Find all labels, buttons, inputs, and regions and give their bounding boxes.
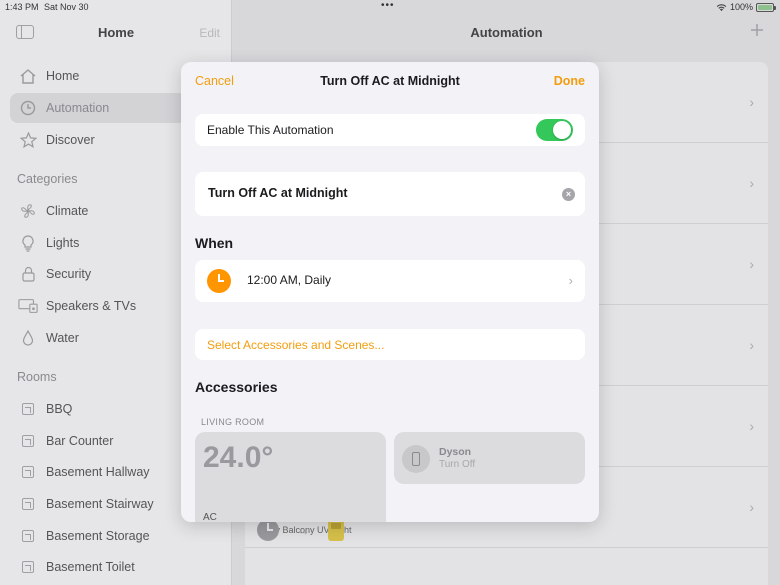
clock-icon — [207, 269, 231, 293]
accessories-header: Accessories — [195, 379, 278, 395]
lock-icon — [18, 265, 38, 283]
sidebar-item-label: Home — [46, 69, 80, 83]
chevron-right-icon: › — [749, 337, 754, 353]
sidebar-item-label: Automation — [46, 101, 110, 115]
automation-editor-sheet: Cancel Turn Off AC at Midnight Done Enab… — [181, 62, 599, 522]
trigger-row[interactable]: 12:00 AM, Daily › — [195, 260, 585, 302]
status-time: 1:43 PM — [5, 2, 39, 12]
trigger-label: 12:00 AM, Daily — [247, 273, 332, 287]
automation-name-input[interactable]: Turn Off AC at Midnight — [208, 186, 348, 200]
lightbulb-icon — [18, 234, 38, 252]
ac-icon — [328, 519, 344, 541]
status-date: Sat Nov 30 — [44, 2, 89, 12]
sidebar-item-label: Security — [46, 267, 92, 281]
sidebar-header: Home Edit — [0, 22, 232, 44]
name-field-card: Turn Off AC at Midnight × — [195, 172, 585, 216]
fan-device-icon — [402, 445, 430, 473]
battery-icon — [756, 2, 776, 12]
tv-icon — [18, 297, 38, 315]
room-icon — [18, 432, 38, 450]
chevron-right-icon: › — [749, 175, 754, 191]
chevron-right-icon: › — [568, 273, 573, 288]
enable-toggle[interactable] — [536, 119, 573, 141]
ac-temperature: 24.0° — [203, 441, 274, 474]
battery-percent: 100% — [729, 2, 753, 12]
add-automation-button[interactable] — [750, 20, 764, 43]
sidebar-item-label: Climate — [46, 204, 89, 218]
sidebar-item-label: BBQ — [46, 402, 73, 416]
select-accessories-label: Select Accessories and Scenes... — [207, 338, 385, 352]
enable-label: Enable This Automation — [207, 123, 334, 137]
sidebar-item-label: Water — [46, 331, 79, 345]
dyson-state: Turn Off — [439, 459, 476, 470]
status-bar: 1:43 PM Sat Nov 30 ••• 100% — [0, 0, 780, 14]
sidebar-item-label: Discover — [46, 133, 95, 147]
room-icon — [18, 463, 38, 481]
house-icon — [18, 67, 38, 85]
sidebar-item-label: Basement Storage — [46, 529, 150, 543]
clock-icon — [18, 99, 38, 117]
fan-icon — [18, 202, 38, 220]
sidebar-item-room[interactable]: Basement Toilet — [10, 552, 232, 582]
sidebar-item-label: Speakers & TVs — [46, 299, 137, 313]
dyson-name: Dyson — [439, 446, 472, 458]
chevron-right-icon: › — [749, 94, 754, 110]
ac-name: AC — [203, 512, 217, 522]
enable-automation-row: Enable This Automation — [195, 114, 585, 146]
arrow-right-icon: → — [297, 522, 310, 538]
accessory-tile-ac[interactable]: 24.0° AC — [195, 432, 386, 522]
drop-icon — [18, 329, 38, 347]
sheet-title: Turn Off AC at Midnight — [320, 74, 460, 88]
list-item-icons: → — [257, 519, 344, 541]
rooms-header: Rooms — [17, 370, 57, 384]
chevron-right-icon: › — [749, 418, 754, 434]
room-label: LIVING ROOM — [201, 417, 265, 427]
chevron-right-icon: › — [749, 256, 754, 272]
sidebar-item-room[interactable]: Basement Storage — [10, 521, 232, 551]
room-icon — [18, 495, 38, 513]
edit-button[interactable]: Edit — [199, 26, 220, 40]
sidebar-item-label: Basement Stairway — [46, 497, 154, 511]
sidebar-item-label: Bar Counter — [46, 434, 114, 448]
accessory-tile-dyson[interactable]: Dyson Turn Off — [394, 432, 585, 484]
done-button[interactable]: Done — [554, 74, 585, 88]
clear-icon[interactable]: × — [562, 188, 575, 201]
room-icon — [18, 400, 38, 418]
categories-header: Categories — [17, 172, 78, 186]
page-title: Automation — [470, 25, 543, 40]
multitasking-dots[interactable]: ••• — [381, 0, 395, 11]
status-right: 100% — [716, 2, 776, 12]
when-header: When — [195, 235, 234, 251]
sidebar-title: Home — [97, 25, 135, 40]
sidebar-item-label: Basement Hallway — [46, 465, 150, 479]
star-icon — [18, 131, 38, 149]
room-icon — [18, 527, 38, 545]
room-icon — [18, 558, 38, 576]
select-accessories-button[interactable]: Select Accessories and Scenes... — [195, 329, 585, 360]
sidebar-item-label: Lights — [46, 236, 80, 250]
plus-icon — [751, 24, 763, 36]
wifi-icon — [716, 3, 727, 11]
clock-icon — [257, 519, 279, 541]
sidebar-item-label: Basement Toilet — [46, 560, 135, 574]
chevron-right-icon: › — [749, 499, 754, 515]
